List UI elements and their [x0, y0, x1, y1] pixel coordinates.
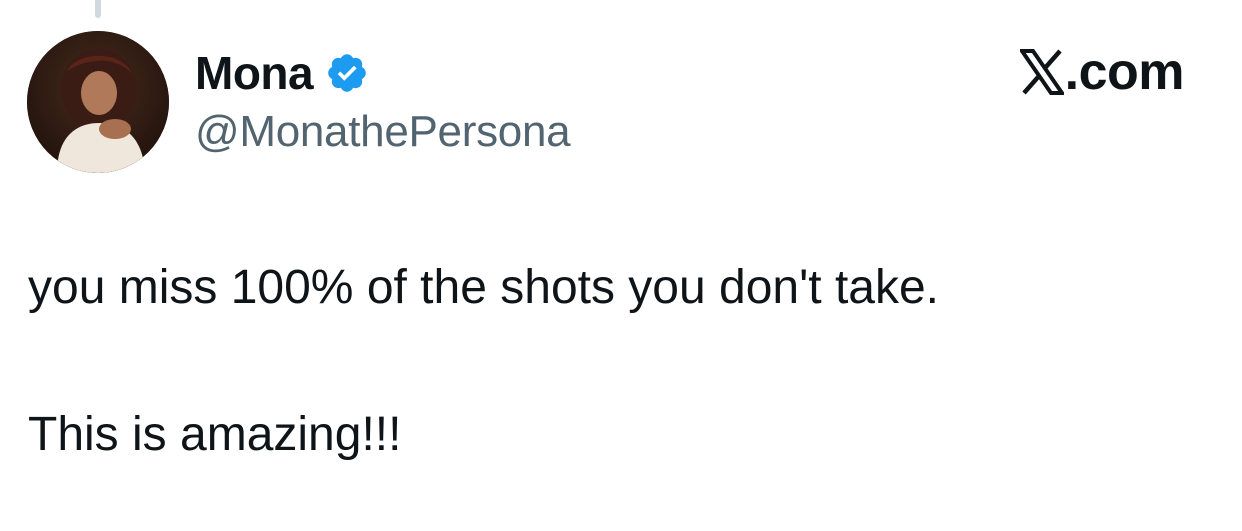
brand-watermark: .com [1017, 43, 1185, 101]
tweet-line: This is amazing!!! [28, 408, 402, 461]
author-handle[interactable]: @MonathePersona [195, 107, 571, 156]
x-logo-icon [1017, 49, 1066, 95]
verified-badge-icon [325, 51, 369, 95]
thread-connector-line [95, 0, 101, 18]
author-name-row: Mona [195, 44, 369, 102]
brand-domain-label: .com [1064, 43, 1185, 101]
tweet-line: you miss 100% of the shots you don't tak… [28, 261, 940, 314]
tweet-text: you miss 100% of the shots you don't tak… [28, 258, 1208, 465]
avatar-photo [27, 31, 169, 173]
author-name[interactable]: Mona [195, 50, 314, 96]
avatar[interactable] [27, 31, 169, 173]
